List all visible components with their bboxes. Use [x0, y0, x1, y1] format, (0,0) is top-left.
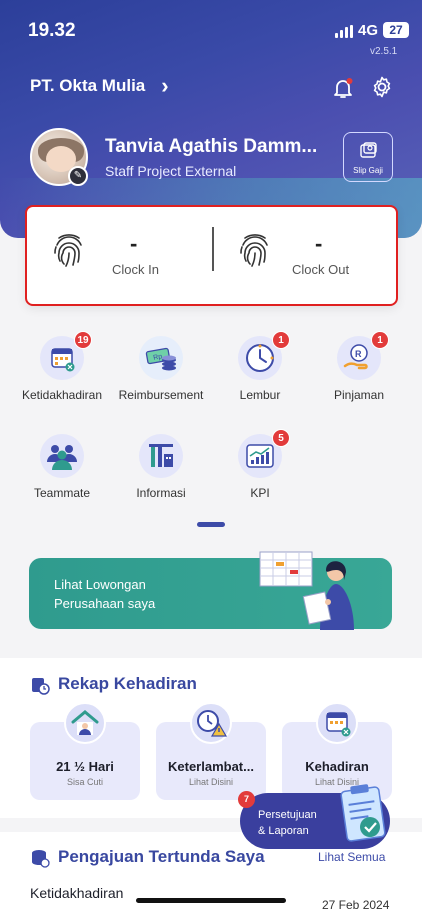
menu-label: Lembur [239, 388, 281, 402]
notification-bell-icon[interactable] [331, 76, 355, 100]
user-role: Staff Project External [105, 163, 237, 179]
clock-out-value: - [315, 231, 323, 256]
slip-gaji-label: Slip Gaji [353, 166, 383, 175]
menu-informasi[interactable]: Informasi [111, 434, 211, 500]
chart-icon: 5 [238, 429, 290, 478]
menu-label: KPI [250, 486, 270, 500]
menu-badge: 1 [272, 331, 290, 349]
chevron-right-icon: › [161, 73, 169, 98]
pending-title: Pengajuan Tertunda Saya [58, 847, 265, 866]
attendance-recap-icon [32, 678, 50, 695]
menu-teammate[interactable]: Teammate [12, 434, 112, 500]
clock-in-label[interactable]: Clock In [112, 262, 159, 277]
banner-line-1: Lihat Lowongan [54, 577, 146, 592]
pending-item-type[interactable]: Ketidakhadiran [30, 885, 123, 901]
rekap-card-sisa-cuti[interactable]: 21 ½ Hari Sisa Cuti [30, 702, 140, 800]
job-vacancy-banner[interactable]: Lihat Lowongan Perusahaan saya [29, 551, 392, 630]
edit-pencil-icon[interactable]: ✎ [68, 166, 88, 186]
fingerprint-icon[interactable] [237, 231, 273, 269]
rekap-card-keterlambatan[interactable]: Keterlambat... Lihat Disini [156, 702, 266, 800]
status-bar: 19.32 4G 27 v2.5.1 [0, 0, 422, 60]
menu-ketidakhadiran[interactable]: 19 Ketidakhadiran [12, 331, 112, 402]
rekap-sub: Lihat Disini [188, 777, 234, 787]
clock-in-value: - [130, 231, 138, 256]
fab-badge: 7 [238, 791, 255, 808]
menu-lembur[interactable]: 1 Lembur [210, 331, 310, 402]
user-name: Tanvia Agathis Damm... [105, 136, 318, 157]
menu-label: Pinjaman [333, 388, 385, 402]
status-time: 19.32 [28, 20, 76, 41]
network-type: 4G [358, 22, 379, 39]
menu-reimbursement[interactable]: Rp Reimbursement [111, 336, 211, 402]
menu-badge: 19 [74, 331, 92, 349]
database-icon [32, 850, 50, 868]
rekap-value: 21 ½ Hari [56, 759, 114, 774]
fab-line-1: Persetujuan [258, 809, 317, 821]
app-version: v2.5.1 [370, 46, 398, 57]
see-all-link[interactable]: Lihat Semua [318, 850, 385, 864]
menu-label: Ketidakhadiran [21, 388, 103, 402]
pending-item-date: 27 Feb 2024 [322, 898, 390, 912]
rekap-value: Keterlambat... [168, 759, 254, 774]
menu-label: Teammate [33, 486, 91, 500]
signal-icon [335, 25, 353, 38]
attendance-clock-card: - Clock In - Clock Out [25, 205, 398, 306]
calendar-icon: 19 [40, 331, 92, 380]
svg-text:R: R [355, 349, 362, 359]
rekap-title: Rekap Kehadiran [58, 674, 197, 693]
payslip-icon [360, 142, 377, 158]
banner-line-2: Perusahaan saya [54, 596, 156, 611]
building-icon [139, 434, 183, 478]
page-indicator[interactable] [197, 522, 225, 527]
menu-pinjaman[interactable]: R 1 Pinjaman [309, 331, 409, 402]
settings-gear-icon[interactable] [370, 75, 394, 99]
clock-out-label[interactable]: Clock Out [292, 262, 349, 277]
menu-label: Informasi [136, 486, 186, 500]
battery-icon: 27 [383, 22, 409, 38]
attendance-calendar-icon [316, 702, 358, 744]
clock-divider [212, 227, 214, 271]
money-icon: Rp [139, 336, 183, 380]
clipboard-check-icon [340, 784, 386, 842]
approval-report-button[interactable]: 7 Persetujuan & Laporan [238, 784, 390, 849]
loan-icon: R 1 [337, 331, 389, 380]
home-indicator[interactable] [136, 898, 286, 903]
company-selector[interactable]: PT. Okta Mulia › [30, 73, 169, 98]
menu-badge: 5 [272, 429, 290, 447]
fab-line-2: & Laporan [258, 825, 309, 837]
menu-kpi[interactable]: 5 KPI [210, 429, 310, 500]
clock-icon: 1 [238, 331, 290, 380]
rekap-sub: Sisa Cuti [66, 777, 103, 787]
late-clock-icon [190, 702, 232, 744]
menu-label: Reimbursement [118, 388, 204, 402]
fingerprint-icon[interactable] [51, 231, 87, 269]
slip-gaji-button[interactable]: Slip Gaji [343, 132, 393, 182]
menu-badge: 1 [371, 331, 389, 349]
team-icon [40, 434, 84, 478]
company-name: PT. Okta Mulia [30, 76, 146, 95]
house-icon [64, 702, 106, 744]
rekap-value: Kehadiran [305, 759, 369, 774]
banner-illustration [259, 551, 354, 630]
